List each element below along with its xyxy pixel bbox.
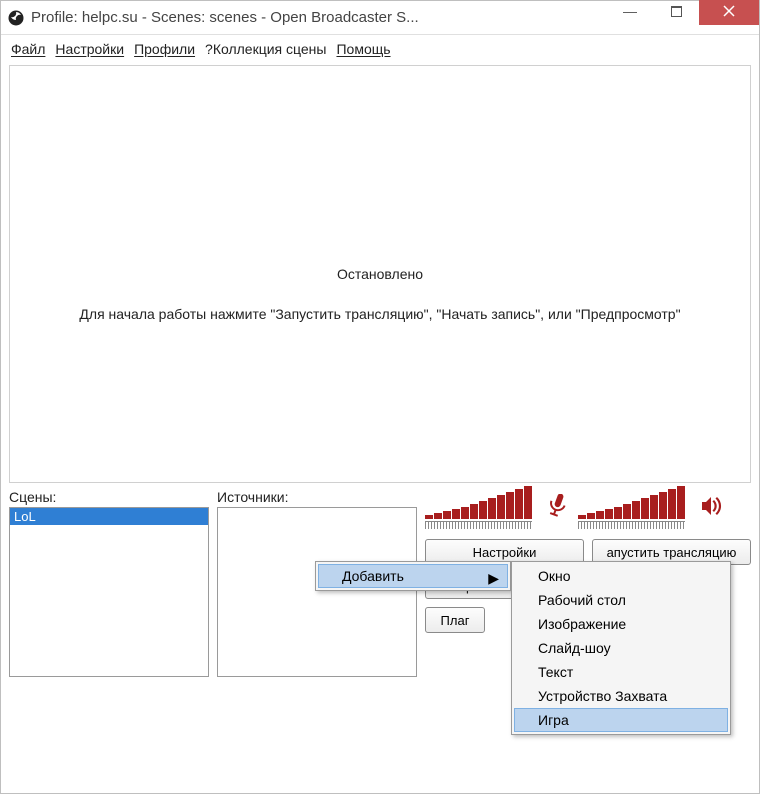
- submenu-item-image[interactable]: Изображение: [514, 612, 728, 636]
- mic-meter: [425, 486, 532, 519]
- menubar: Файл Настройки Профили ?Коллекция сцены …: [1, 35, 759, 63]
- titlebar-text: Profile: helpc.su - Scenes: scenes - Ope…: [31, 9, 607, 26]
- scenes-listbox[interactable]: LoL: [9, 507, 209, 677]
- context-menu[interactable]: Добавить ▶: [315, 561, 511, 591]
- sources-label: Источники:: [217, 489, 417, 505]
- sources-listbox[interactable]: [217, 507, 417, 677]
- submenu-item-game[interactable]: Игра: [514, 708, 728, 732]
- minimize-button[interactable]: —: [607, 0, 653, 25]
- hint-text: Для начала работы нажмите "Запустить тра…: [10, 306, 750, 322]
- list-item[interactable]: LoL: [10, 508, 208, 525]
- status-text: Остановлено: [10, 266, 750, 282]
- menu-profiles[interactable]: Профили: [134, 41, 195, 57]
- titlebar-buttons: —: [607, 1, 759, 34]
- obs-icon: [7, 9, 25, 27]
- menu-settings[interactable]: Настройки: [55, 41, 124, 57]
- scenes-column: Сцены: LoL: [9, 489, 209, 677]
- close-button[interactable]: [699, 0, 759, 25]
- submenu-item-desktop[interactable]: Рабочий стол: [514, 588, 728, 612]
- submenu-item-slideshow[interactable]: Слайд-шоу: [514, 636, 728, 660]
- microphone-icon[interactable]: [548, 494, 566, 524]
- submenu-item-text[interactable]: Текст: [514, 660, 728, 684]
- scenes-label: Сцены:: [9, 489, 209, 505]
- maximize-button[interactable]: [653, 0, 699, 25]
- submenu-item-window[interactable]: Окно: [514, 564, 728, 588]
- titlebar: Profile: helpc.su - Scenes: scenes - Ope…: [1, 1, 759, 35]
- menu-scene-collection[interactable]: ?Коллекция сцены: [205, 41, 326, 57]
- context-menu-add-label: Добавить: [342, 568, 404, 584]
- menu-help[interactable]: Помощь: [336, 41, 390, 57]
- desktop-meter: [578, 486, 685, 519]
- context-menu-add[interactable]: Добавить ▶: [318, 564, 508, 588]
- speaker-icon[interactable]: [701, 496, 723, 522]
- plugins-button[interactable]: Плаг: [425, 607, 485, 633]
- window: Profile: helpc.su - Scenes: scenes - Ope…: [0, 0, 760, 794]
- preview-area: Остановлено Для начала работы нажмите "З…: [9, 65, 751, 483]
- submenu-item-capture-device[interactable]: Устройство Захвата: [514, 684, 728, 708]
- audio-meters: [425, 489, 751, 529]
- menu-file[interactable]: Файл: [11, 41, 45, 57]
- chevron-right-icon: ▶: [488, 570, 499, 587]
- context-submenu[interactable]: Окно Рабочий стол Изображение Слайд-шоу …: [511, 561, 731, 735]
